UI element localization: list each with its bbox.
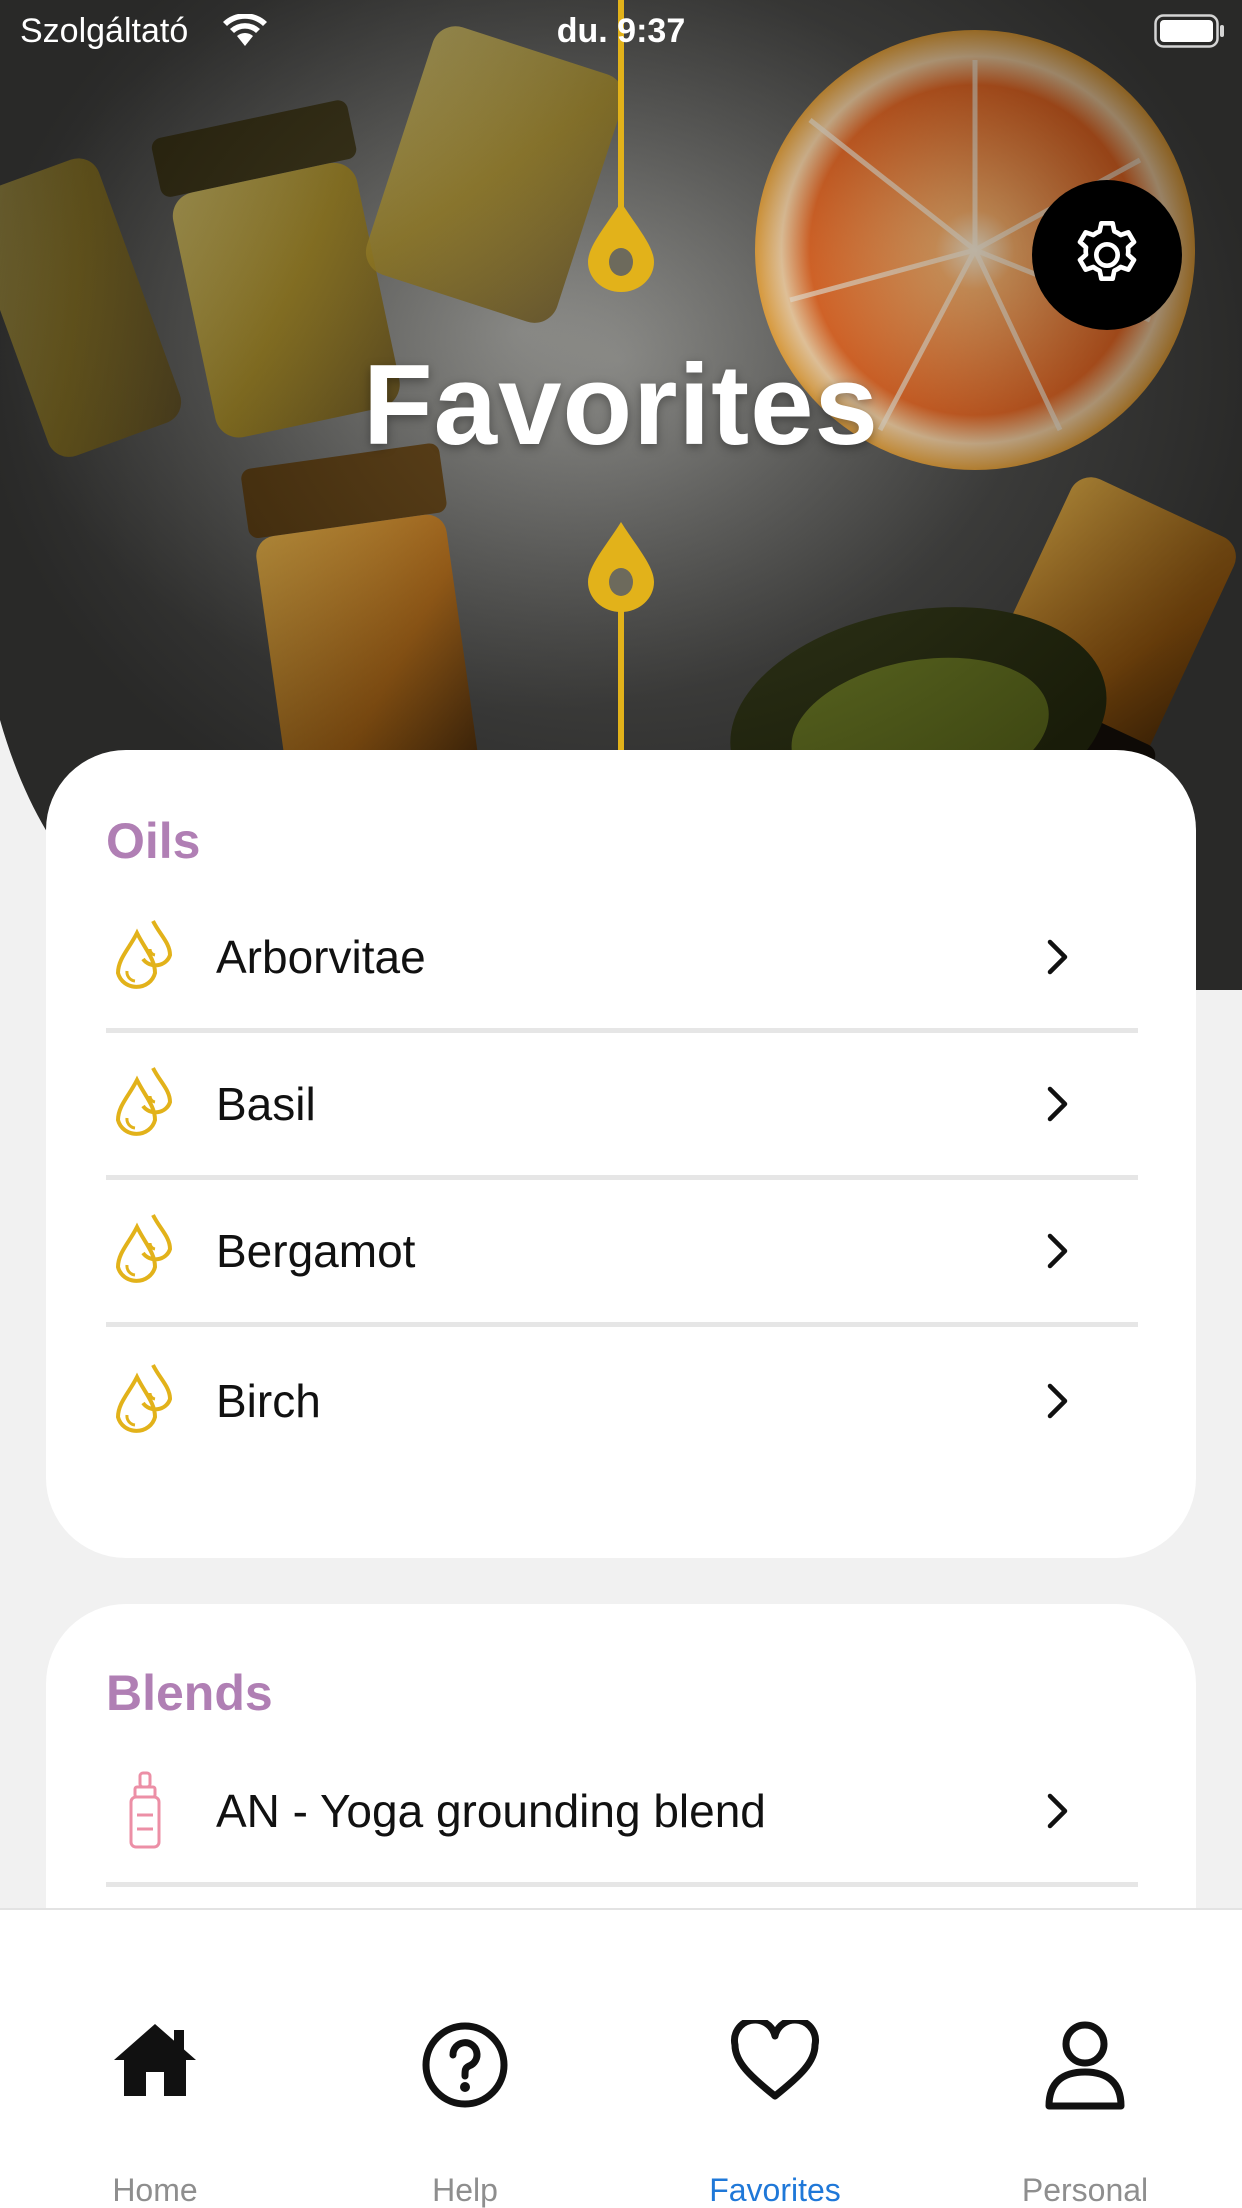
tab-home[interactable]: Home: [0, 1910, 310, 2208]
tab-personal[interactable]: Personal: [930, 1910, 1240, 2208]
status-bar: Szolgáltató du. 9:37: [0, 0, 1242, 62]
blends-section-title: Blends: [106, 1665, 273, 1721]
tab-favorites-label: Favorites: [709, 2172, 841, 2208]
dropper-bottle-icon: [112, 1771, 178, 1851]
chevron-right-icon: [1038, 937, 1078, 977]
drop-icon: [588, 522, 654, 612]
battery-icon: [1154, 14, 1224, 48]
list-item-label: Bergamot: [216, 1225, 416, 1277]
list-item[interactable]: Bergamot: [106, 1180, 1138, 1327]
person-icon: [930, 2020, 1240, 2120]
list-item-label: Arborvitae: [216, 931, 426, 983]
chevron-right-icon: [1038, 1381, 1078, 1421]
tab-home-label: Home: [112, 2172, 198, 2208]
tab-help-label: Help: [432, 2172, 498, 2208]
oil-drops-icon: [112, 1361, 178, 1441]
oils-card: Oils Arborvitae Basil Bergamot Birch: [46, 750, 1196, 1558]
home-icon: [0, 2020, 310, 2120]
oil-drops-icon: [112, 1064, 178, 1144]
hero-accent-line: [618, 600, 624, 750]
oil-drops-icon: [112, 917, 178, 997]
tab-personal-label: Personal: [1021, 2172, 1149, 2208]
list-item[interactable]: Birch: [106, 1327, 1138, 1474]
heart-icon: [620, 2020, 930, 2120]
chevron-right-icon: [1038, 1084, 1078, 1124]
clock-label: du. 9:37: [556, 12, 686, 50]
oil-drops-icon: [112, 1211, 178, 1291]
tab-favorites[interactable]: Favorites: [620, 1910, 930, 2208]
oils-section-title: Oils: [106, 813, 201, 869]
tab-help[interactable]: Help: [310, 1910, 620, 2208]
settings-button[interactable]: [1032, 180, 1182, 330]
list-item[interactable]: Arborvitae: [106, 886, 1138, 1033]
list-item[interactable]: AN - Yoga grounding blend: [106, 1740, 1138, 1887]
favorites-screen: Favorites Szolgáltató du. 9:37 Oils Arbo…: [0, 0, 1242, 2208]
list-item-label: Birch: [216, 1374, 321, 1427]
help-icon: [310, 2020, 620, 2120]
chevron-right-icon: [1038, 1231, 1078, 1271]
list-item-label: Basil: [216, 1078, 316, 1130]
list-item[interactable]: Basil: [106, 1033, 1138, 1180]
drop-icon: [588, 202, 654, 292]
chevron-right-icon: [1038, 1791, 1078, 1831]
tab-bar: Home Help Favorites Personal: [0, 1908, 1242, 2208]
list-item-label: AN - Yoga grounding blend: [216, 1785, 766, 1837]
gear-icon: [1077, 221, 1137, 281]
page-title: Favorites: [363, 342, 879, 469]
